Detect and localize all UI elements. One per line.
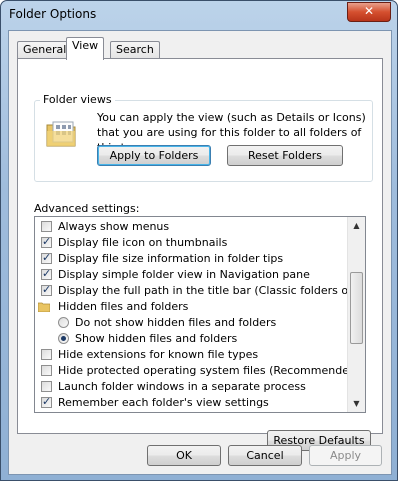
list-item-label: Show hidden files and folders <box>75 332 238 345</box>
checkbox[interactable] <box>41 365 52 376</box>
folder-options-window: Folder Options ✕ General View Search Fol… <box>0 0 398 481</box>
radio-button[interactable] <box>58 333 69 344</box>
dialog-client: General View Search Folder views You can… <box>8 30 392 475</box>
checkbox[interactable] <box>41 266 52 282</box>
list-item-label: Display file icon on thumbnails <box>58 236 228 249</box>
apply-button[interactable]: Apply <box>309 445 382 466</box>
list-item[interactable]: Display file icon on thumbnails <box>35 234 347 251</box>
list-item[interactable]: Remember each folder's view settings <box>35 394 347 411</box>
list-item-label: Hide protected operating system files (R… <box>58 364 361 377</box>
list-item-label: Hidden files and folders <box>58 300 189 313</box>
reset-folders-button[interactable]: Reset Folders <box>227 145 343 166</box>
list-item-label: Remember each folder's view settings <box>58 396 269 409</box>
scroll-thumb[interactable] <box>350 272 363 344</box>
title-bar[interactable]: Folder Options ✕ <box>1 1 397 29</box>
folder-views-icon <box>46 121 76 147</box>
folder-views-label: Folder views <box>40 93 115 106</box>
tab-search[interactable]: Search <box>110 41 160 59</box>
list-item[interactable]: Always show menus <box>35 219 347 235</box>
list-item-label: Launch folder windows in a separate proc… <box>58 380 306 393</box>
list-item-label: Hide extensions for known file types <box>58 348 259 361</box>
checkbox[interactable] <box>41 394 52 410</box>
window-title: Folder Options <box>9 7 97 21</box>
folder-views-group: Folder views You can apply the view (suc… <box>34 93 373 182</box>
list-item[interactable]: Do not show hidden files and folders <box>35 315 347 331</box>
checkbox[interactable] <box>41 250 52 266</box>
list-item-label: Always show menus <box>58 220 170 233</box>
checkbox[interactable] <box>41 381 52 392</box>
list-item[interactable]: Show hidden files and folders <box>35 331 347 347</box>
tab-view[interactable]: View <box>66 37 105 60</box>
list-scrollbar[interactable]: ▲ ▼ <box>347 217 365 412</box>
radio-button[interactable] <box>58 317 69 328</box>
list-item[interactable]: Hidden files and folders <box>35 299 347 315</box>
folder-icon <box>38 302 50 312</box>
advanced-settings-label: Advanced settings: <box>34 202 140 215</box>
checkbox[interactable] <box>41 349 52 360</box>
list-item[interactable]: Display the full path in the title bar (… <box>35 282 365 299</box>
scroll-up-icon[interactable]: ▲ <box>348 217 365 234</box>
advanced-settings-list[interactable]: Always show menus Display file icon on th… <box>34 216 366 413</box>
apply-to-folders-button[interactable]: Apply to Folders <box>97 145 211 166</box>
list-item[interactable]: Display simple folder view in Navigation… <box>35 266 347 283</box>
list-item[interactable]: Launch folder windows in a separate proc… <box>35 379 347 395</box>
list-item-label: Display file size information in folder … <box>58 252 284 265</box>
scroll-down-icon[interactable]: ▼ <box>348 395 365 412</box>
list-item-label: Display simple folder view in Navigation… <box>58 268 310 281</box>
advanced-settings-items: Always show menus Display file icon on th… <box>35 219 365 411</box>
view-tab-panel: Folder views You can apply the view (suc… <box>17 58 383 451</box>
close-icon[interactable]: ✕ <box>347 2 391 22</box>
checkbox[interactable] <box>41 282 52 298</box>
list-item-label: Display the full path in the title bar (… <box>58 284 366 297</box>
checkbox[interactable] <box>41 221 52 232</box>
list-item[interactable]: Display file size information in folder … <box>35 250 347 267</box>
checkbox[interactable] <box>41 234 52 250</box>
list-item[interactable]: Hide protected operating system files (R… <box>35 363 360 379</box>
list-item-label: Do not show hidden files and folders <box>75 316 277 329</box>
list-item[interactable]: Hide extensions for known file types <box>35 347 347 363</box>
tab-general[interactable]: General <box>17 41 73 59</box>
cancel-button[interactable]: Cancel <box>228 445 302 466</box>
ok-button[interactable]: OK <box>147 445 221 466</box>
